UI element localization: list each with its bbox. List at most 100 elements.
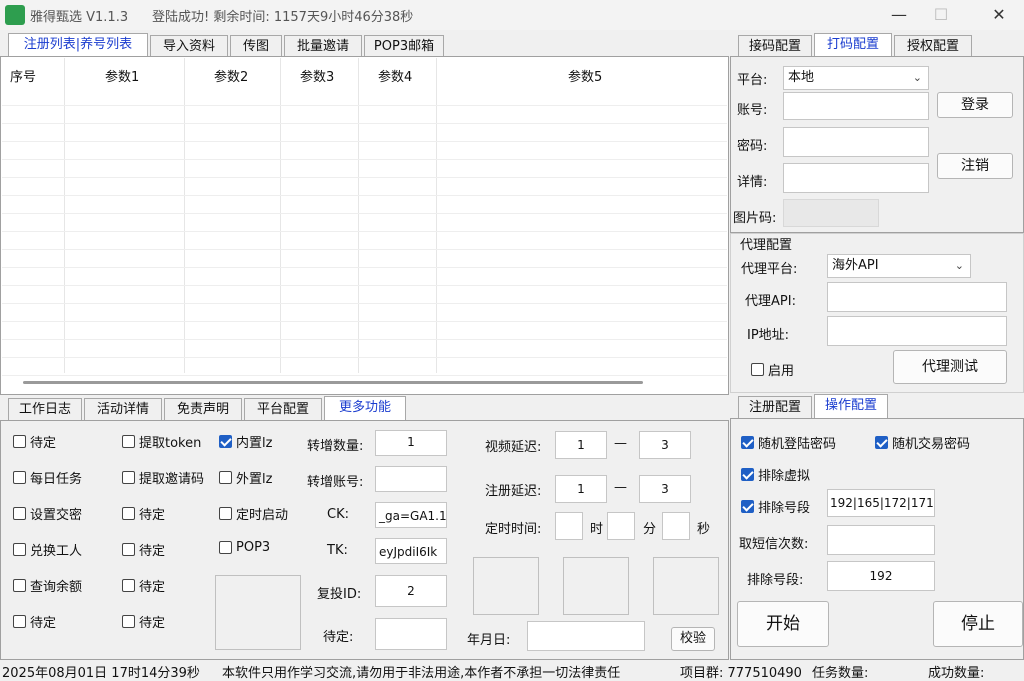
start-button[interactable]: 开始 <box>737 601 829 647</box>
tab-platform-config[interactable]: 平台配置 <box>244 398 322 420</box>
column-header-param5[interactable]: 参数5 <box>568 66 602 85</box>
tab-auth-config[interactable]: 授权配置 <box>894 35 972 57</box>
checkbox-box[interactable] <box>741 468 754 481</box>
proxy-enable-checkbox[interactable]: 启用 <box>751 360 794 379</box>
checkbox-box[interactable] <box>122 543 135 556</box>
video-delay-min-input[interactable]: 1 <box>555 431 607 459</box>
maximize-button[interactable]: ☐ <box>926 4 956 26</box>
checkbox-box[interactable] <box>13 507 26 520</box>
checkbox-box[interactable] <box>122 615 135 628</box>
ip-address-input[interactable] <box>827 316 1007 346</box>
column-header-param2[interactable]: 参数2 <box>214 66 248 85</box>
checkbox-box[interactable] <box>751 363 764 376</box>
checkbox-external-lz[interactable]: 外置lz <box>219 468 272 487</box>
random-trade-pwd-checkbox[interactable]: 随机交易密码 <box>875 433 970 452</box>
checkbox-box[interactable] <box>741 436 754 449</box>
checkbox-box[interactable] <box>219 435 232 448</box>
sms-count-input[interactable] <box>827 525 935 555</box>
tk-input[interactable]: eyJpdiI6Ik <box>375 538 447 564</box>
tab-register-list[interactable]: 注册列表|养号列表 <box>8 33 148 57</box>
checkbox-exchange-worker[interactable]: 兑换工人 <box>13 540 82 559</box>
stop-button[interactable]: 停止 <box>933 601 1023 647</box>
exclude-virtual-checkbox[interactable]: 排除虚拟 <box>741 465 810 484</box>
exclude-segment-input[interactable]: 192|165|172|171 <box>827 489 935 517</box>
register-delay-min-input[interactable]: 1 <box>555 475 607 503</box>
checkbox-box[interactable] <box>122 507 135 520</box>
tab-import-data[interactable]: 导入资料 <box>150 35 228 57</box>
checkbox-extract-invite-code[interactable]: 提取邀请码 <box>122 468 204 487</box>
checkbox-pop3[interactable]: POP3 <box>219 540 270 555</box>
tab-operation-config[interactable]: 操作配置 <box>814 394 888 418</box>
checkbox-box[interactable] <box>13 435 26 448</box>
checkbox-scheduled-start[interactable]: 定时启动 <box>219 504 288 523</box>
logout-button[interactable]: 注销 <box>937 153 1013 179</box>
tab-upload-image[interactable]: 传图 <box>230 35 282 57</box>
checkbox-box[interactable] <box>741 500 754 513</box>
checkbox-daily-task[interactable]: 每日任务 <box>13 468 82 487</box>
tab-batch-invite[interactable]: 批量邀请 <box>284 35 362 57</box>
timer-minute-input[interactable] <box>607 512 635 540</box>
checkbox-box[interactable] <box>13 543 26 556</box>
checkbox-box[interactable] <box>122 471 135 484</box>
date-input[interactable] <box>527 621 645 651</box>
reinvest-id-input[interactable]: 2 <box>375 575 447 607</box>
column-header-param4[interactable]: 参数4 <box>378 66 412 85</box>
minimize-button[interactable]: — <box>884 4 914 26</box>
transfer-count-input[interactable]: 1 <box>375 430 447 456</box>
tab-captcha-config[interactable]: 打码配置 <box>814 33 892 57</box>
select-value: 海外API <box>832 258 879 273</box>
timer-hour-input[interactable] <box>555 512 583 540</box>
checkbox-pending-1[interactable]: 待定 <box>13 432 56 451</box>
checkbox-extract-token[interactable]: 提取token <box>122 432 201 451</box>
checkbox-query-balance[interactable]: 查询余额 <box>13 576 82 595</box>
checkbox-pending-3[interactable]: 待定 <box>122 504 165 523</box>
checkbox-pending-6[interactable]: 待定 <box>122 612 165 631</box>
checkbox-box[interactable] <box>122 579 135 592</box>
checkbox-box[interactable] <box>13 615 26 628</box>
register-delay-max-input[interactable]: 3 <box>639 475 691 503</box>
column-header-param1[interactable]: 参数1 <box>105 66 139 85</box>
exclude-segment2-input[interactable]: 192 <box>827 561 935 591</box>
login-button[interactable]: 登录 <box>937 92 1013 118</box>
checkbox-box[interactable] <box>13 579 26 592</box>
video-delay-max-input[interactable]: 3 <box>639 431 691 459</box>
checkbox-box[interactable] <box>219 471 232 484</box>
tab-sms-config[interactable]: 接码配置 <box>738 35 812 57</box>
verify-button[interactable]: 校验 <box>671 627 715 651</box>
checkbox-box[interactable] <box>122 435 135 448</box>
checkbox-box[interactable] <box>13 471 26 484</box>
tab-work-log[interactable]: 工作日志 <box>8 398 82 420</box>
pending-field-input[interactable] <box>375 618 447 650</box>
random-login-pwd-checkbox[interactable]: 随机登陆密码 <box>741 433 836 452</box>
column-header-param3[interactable]: 参数3 <box>300 66 334 85</box>
captcha-password-input[interactable] <box>783 127 929 157</box>
tab-activity-detail[interactable]: 活动详情 <box>84 398 162 420</box>
checkbox-pending-2[interactable]: 待定 <box>13 612 56 631</box>
tab-more-features[interactable]: 更多功能 <box>324 396 406 420</box>
tab-pop3-mail[interactable]: POP3邮箱 <box>364 35 444 57</box>
proxy-test-button[interactable]: 代理测试 <box>893 350 1007 384</box>
checkbox-label: 查询余额 <box>30 580 83 595</box>
checkbox-set-trade-pwd[interactable]: 设置交密 <box>13 504 82 523</box>
tab-disclaimer[interactable]: 免责声明 <box>164 398 242 420</box>
checkbox-box[interactable] <box>219 541 232 554</box>
ck-input[interactable]: _ga=GA1.1. <box>375 502 447 528</box>
proxy-platform-select[interactable]: 海外API ⌄ <box>827 254 971 278</box>
captcha-account-input[interactable] <box>783 92 929 120</box>
transfer-account-input[interactable] <box>375 466 447 492</box>
captcha-platform-select[interactable]: 本地 ⌄ <box>783 66 929 90</box>
tab-register-config[interactable]: 注册配置 <box>738 396 812 418</box>
exclude-segment-checkbox[interactable]: 排除号段 <box>741 497 810 516</box>
checkbox-pending-4[interactable]: 待定 <box>122 540 165 559</box>
checkbox-label: 提取邀请码 <box>139 472 205 487</box>
horizontal-scrollbar[interactable] <box>23 381 643 384</box>
captcha-detail-input[interactable] <box>783 163 929 193</box>
timer-second-input[interactable] <box>662 512 690 540</box>
proxy-api-input[interactable] <box>827 282 1007 312</box>
column-header-index[interactable]: 序号 <box>10 66 36 85</box>
checkbox-box[interactable] <box>875 436 888 449</box>
close-button[interactable]: ✕ <box>984 4 1014 26</box>
checkbox-box[interactable] <box>219 507 232 520</box>
checkbox-pending-5[interactable]: 待定 <box>122 576 165 595</box>
checkbox-builtin-lz[interactable]: 内置lz <box>219 432 272 451</box>
